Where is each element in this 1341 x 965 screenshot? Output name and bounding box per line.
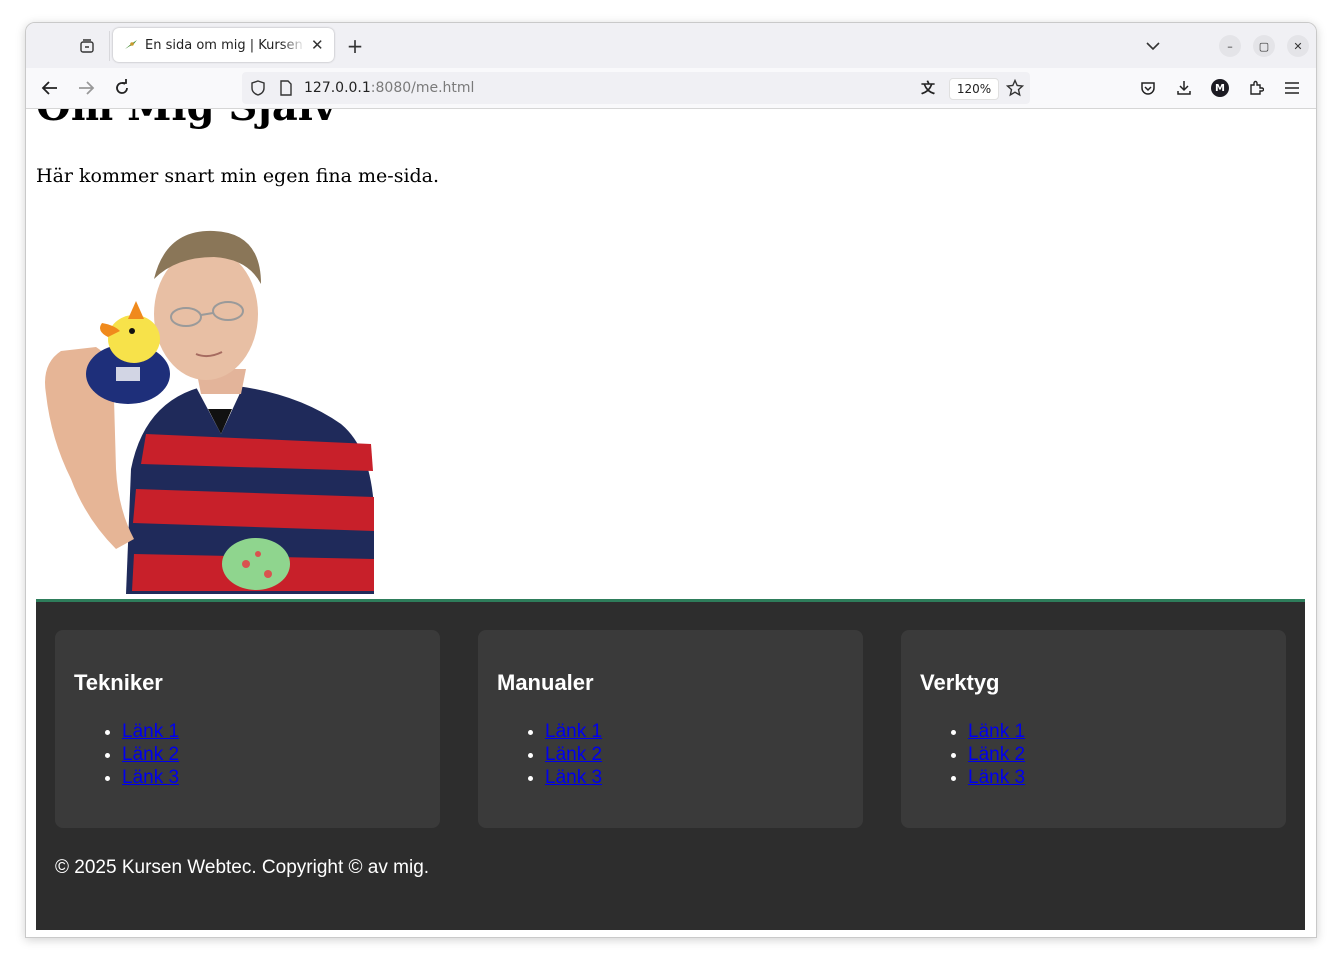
footer-column-heading: Manualer: [497, 670, 594, 695]
footer-column-verktyg: Verktyg Länk 1 Länk 2 Länk 3: [901, 630, 1286, 828]
active-tab[interactable]: En sida om mig | Kursen webtec ✕: [113, 28, 334, 62]
footer-link[interactable]: Länk 2: [122, 744, 179, 765]
bookmark-star-icon[interactable]: [1006, 79, 1024, 97]
tab-title: En sida om mig | Kursen webtec: [145, 37, 305, 53]
url-text[interactable]: 127.0.0.1:8080/me.html: [304, 80, 474, 96]
pocket-icon[interactable]: [1136, 76, 1160, 100]
list-item: Länk 2: [545, 743, 602, 766]
footer-link-list: Länk 1 Länk 2 Länk 3: [497, 720, 602, 789]
list-item: Länk 3: [122, 766, 179, 789]
url-host: 127.0.0.1: [304, 80, 371, 96]
page-icon[interactable]: [278, 80, 294, 96]
copyright-text: © 2025 Kursen Webtec. Copyright © av mig…: [55, 857, 430, 878]
translate-icon[interactable]: 文: [918, 79, 938, 97]
footer-link[interactable]: Länk 2: [545, 744, 602, 765]
list-all-tabs-icon[interactable]: [1142, 35, 1164, 57]
zoom-level[interactable]: 120%: [949, 78, 999, 100]
download-icon[interactable]: [1172, 76, 1196, 100]
forward-icon[interactable]: [74, 76, 98, 100]
footer-column-heading: Verktyg: [920, 670, 1000, 695]
list-item: Länk 2: [122, 743, 179, 766]
footer-link[interactable]: Länk 1: [122, 721, 179, 742]
footer-link-list: Länk 1 Länk 2 Länk 3: [74, 720, 179, 789]
extensions-icon[interactable]: [1244, 76, 1268, 100]
menu-icon[interactable]: [1280, 76, 1304, 100]
list-item: Länk 1: [122, 720, 179, 743]
footer-link[interactable]: Länk 3: [968, 767, 1025, 788]
hummingbird-favicon-icon: [123, 37, 139, 53]
footer-link[interactable]: Länk 3: [545, 767, 602, 788]
shield-icon[interactable]: [250, 80, 266, 96]
footer-column-manualer: Manualer Länk 1 Länk 2 Länk 3: [478, 630, 863, 828]
footer-column-heading: Tekniker: [74, 670, 163, 695]
footer-link[interactable]: Länk 2: [968, 744, 1025, 765]
tab-groups-icon[interactable]: [76, 35, 98, 57]
page-content: Om Mig Själv Här kommer snart min egen f…: [26, 109, 1316, 937]
account-icon[interactable]: M: [1208, 76, 1232, 100]
list-item: Länk 3: [968, 766, 1025, 789]
tab-strip: En sida om mig | Kursen webtec ✕ + – ▢ ✕: [26, 23, 1316, 68]
url-path: :8080/me.html: [370, 80, 475, 96]
reload-icon[interactable]: [110, 76, 134, 100]
close-window-icon[interactable]: ✕: [1287, 35, 1309, 57]
page-title: Om Mig Själv: [36, 109, 336, 130]
list-item: Länk 1: [968, 720, 1025, 743]
new-tab-icon[interactable]: +: [344, 34, 366, 58]
footer-link-list: Länk 1 Länk 2 Länk 3: [920, 720, 1025, 789]
list-item: Länk 3: [545, 766, 602, 789]
maximize-icon[interactable]: ▢: [1253, 35, 1275, 57]
account-initial: M: [1211, 79, 1229, 97]
site-footer: Tekniker Länk 1 Länk 2 Länk 3 Manualer L…: [36, 599, 1305, 930]
tab-close-icon[interactable]: ✕: [311, 36, 324, 54]
intro-text: Här kommer snart min egen fina me-sida.: [36, 165, 440, 187]
url-bar[interactable]: 127.0.0.1:8080/me.html 文 120%: [242, 72, 1030, 104]
back-icon[interactable]: [38, 76, 62, 100]
man-holding-rubber-duck-photo: [36, 219, 386, 594]
footer-link[interactable]: Länk 3: [122, 767, 179, 788]
list-item: Länk 1: [545, 720, 602, 743]
tab-strip-separator: [109, 31, 110, 61]
footer-column-tekniker: Tekniker Länk 1 Länk 2 Länk 3: [55, 630, 440, 828]
footer-link[interactable]: Länk 1: [545, 721, 602, 742]
navigation-toolbar: 127.0.0.1:8080/me.html 文 120% M: [26, 68, 1316, 109]
list-item: Länk 2: [968, 743, 1025, 766]
minimize-icon[interactable]: –: [1219, 35, 1241, 57]
browser-window: En sida om mig | Kursen webtec ✕ + – ▢ ✕: [25, 22, 1317, 938]
footer-link[interactable]: Länk 1: [968, 721, 1025, 742]
